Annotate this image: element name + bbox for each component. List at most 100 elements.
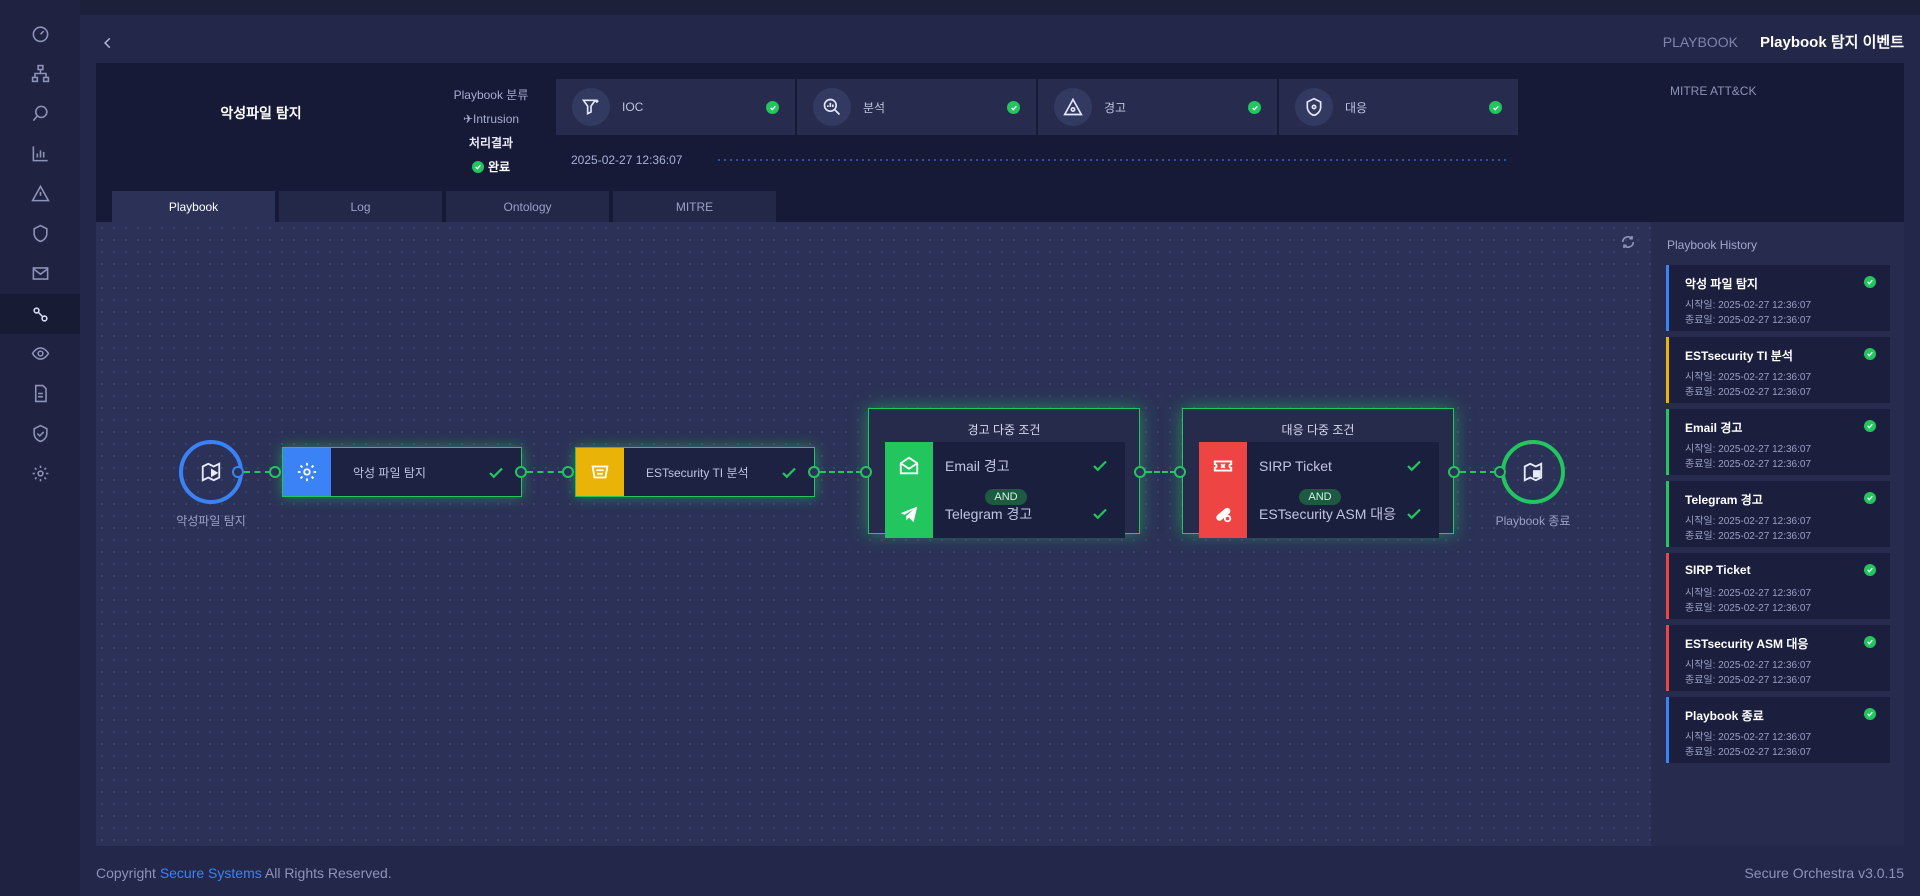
check-icon bbox=[1093, 508, 1107, 520]
sidebar bbox=[0, 0, 80, 896]
alert-icon bbox=[1054, 88, 1092, 126]
connector-port[interactable] bbox=[1134, 466, 1146, 478]
check-icon bbox=[1093, 460, 1107, 472]
check-circle-icon bbox=[1864, 492, 1876, 504]
history-card-title: ESTsecurity ASM 대응 bbox=[1685, 637, 1809, 651]
event-title: 악성파일 탐지 bbox=[220, 105, 302, 121]
sidebar-item-search[interactable] bbox=[0, 93, 80, 133]
connector-port[interactable] bbox=[269, 466, 281, 478]
item-label: ESTsecurity ASM 대응 bbox=[1259, 506, 1397, 522]
task-node-ti-analysis[interactable]: ESTsecurity TI 분석 bbox=[575, 447, 815, 497]
history-card-start: 시작일: 2025-02-27 12:36:07 bbox=[1685, 372, 1812, 383]
history-card[interactable]: Playbook 종료 시작일: 2025-02-27 12:36:07 종료일: … bbox=[1666, 697, 1890, 763]
history-card-end: 종료일: 2025-02-27 12:36:07 bbox=[1685, 675, 1812, 686]
connector-port[interactable] bbox=[1448, 466, 1460, 478]
category-value: ✈Intrusion bbox=[462, 112, 520, 126]
history-card-end: 종료일: 2025-02-27 12:36:07 bbox=[1685, 315, 1812, 326]
connector-port[interactable] bbox=[860, 466, 872, 478]
connector-port[interactable] bbox=[808, 466, 820, 478]
start-node-label: 악성파일 탐지 bbox=[176, 514, 246, 528]
shield-icon bbox=[32, 224, 48, 242]
end-node-label: Playbook 종료 bbox=[1495, 514, 1571, 528]
stage-analysis: 분석 bbox=[797, 79, 1036, 135]
end-node[interactable] bbox=[1501, 440, 1565, 504]
history-card-title: ESTsecurity TI 분석 bbox=[1685, 349, 1793, 363]
stage-label: 대응 bbox=[1345, 100, 1368, 115]
sidebar-item-shield[interactable] bbox=[0, 213, 80, 253]
breadcrumb-item[interactable]: PLAYBOOK bbox=[1663, 34, 1738, 50]
gear-icon bbox=[283, 448, 331, 496]
task-label: 악성 파일 탐지 bbox=[353, 465, 426, 480]
stage-label: 분석 bbox=[863, 100, 886, 115]
task-node-malware-detect[interactable]: 악성 파일 탐지 bbox=[282, 447, 522, 497]
history-card-start: 시작일: 2025-02-27 12:36:07 bbox=[1685, 732, 1812, 743]
playbook-canvas[interactable]: 악성파일 탐지 악성 파일 탐지 ESTsecurity TI 분석 경고 다중… bbox=[96, 222, 1904, 846]
shield-check-icon bbox=[32, 424, 48, 442]
footer-version: Secure Orchestra v3.0.15 bbox=[1744, 865, 1904, 881]
sidebar-item-settings[interactable] bbox=[0, 453, 80, 493]
task-label: ESTsecurity TI 분석 bbox=[646, 465, 749, 480]
sirp-ticket-item[interactable]: SIRP Ticket bbox=[1199, 442, 1439, 490]
pin-icon: ✈ bbox=[462, 112, 474, 126]
sidebar-item-mail[interactable] bbox=[0, 253, 80, 293]
history-card[interactable]: SIRP Ticket 시작일: 2025-02-27 12:36:07 종료일: … bbox=[1666, 553, 1890, 619]
sidebar-item-policy[interactable] bbox=[0, 413, 80, 453]
sidebar-item-network[interactable] bbox=[0, 53, 80, 93]
stage-label: 경고 bbox=[1104, 100, 1127, 115]
tab-mitre[interactable]: MITRE bbox=[613, 191, 776, 222]
status-bar bbox=[1666, 553, 1669, 619]
history-card[interactable]: Email 경고 시작일: 2025-02-27 12:36:07 종료일: 202… bbox=[1666, 409, 1890, 475]
check-circle-icon bbox=[471, 161, 484, 173]
playbook-history-panel: Playbook History 악성 파일 탐지 시작일: 2025-02-27… bbox=[1651, 222, 1904, 846]
alert-condition-group[interactable]: 경고 다중 조건 Email 경고 AND Telegram 경고 bbox=[868, 408, 1140, 538]
history-card[interactable]: ESTsecurity TI 분석시작일: 2025-02-27 12:36:0… bbox=[1666, 337, 1890, 403]
tab-bar: Playbook Log Ontology MITRE bbox=[112, 191, 776, 222]
refresh-icon[interactable] bbox=[1620, 234, 1636, 250]
telegram-icon bbox=[885, 490, 933, 538]
filter-icon bbox=[572, 88, 610, 126]
status-bar bbox=[1666, 409, 1669, 475]
history-title: Playbook History bbox=[1667, 238, 1758, 252]
group-title: 경고 다중 조건 bbox=[967, 423, 1041, 437]
warning-icon bbox=[30, 184, 50, 201]
sidebar-item-playbook[interactable] bbox=[0, 294, 80, 334]
sidebar-item-chart[interactable] bbox=[0, 133, 80, 173]
connector-port[interactable] bbox=[515, 466, 527, 478]
history-card-end: 종료일: 2025-02-27 12:36:07 bbox=[1685, 387, 1812, 398]
tab-log[interactable]: Log bbox=[279, 191, 442, 222]
connection-line bbox=[1460, 471, 1496, 473]
network-icon bbox=[31, 64, 49, 82]
sidebar-item-dashboard[interactable] bbox=[0, 13, 80, 53]
history-card[interactable]: 악성 파일 탐지 시작일: 2025-02-27 12:36:07 종료일: 202… bbox=[1666, 265, 1890, 331]
sidebar-item-warning[interactable] bbox=[0, 173, 80, 213]
history-card-title: Email 경고 bbox=[1685, 421, 1743, 435]
back-button[interactable] bbox=[98, 33, 118, 53]
result-value: 완료 bbox=[471, 155, 510, 179]
history-card[interactable]: Telegram 경고 시작일: 2025-02-27 12:36:07 종료일: … bbox=[1666, 481, 1890, 547]
tab-playbook[interactable]: Playbook bbox=[112, 191, 275, 222]
analysis-icon bbox=[813, 88, 851, 126]
footer-copyright: Copyright Secure Systems All Rights Rese… bbox=[96, 865, 392, 881]
response-condition-group[interactable]: 대응 다중 조건 SIRP Ticket AND ESTsecurity ASM… bbox=[1182, 408, 1454, 538]
tab-ontology[interactable]: Ontology bbox=[446, 191, 609, 222]
sidebar-item-report[interactable] bbox=[0, 373, 80, 413]
email-alert-item[interactable]: Email 경고 bbox=[885, 442, 1125, 490]
history-card-end: 종료일: 2025-02-27 12:36:07 bbox=[1685, 459, 1812, 470]
main-content: PLAYBOOK Playbook 탐지 이벤트 악성파일 탐지 Playboo… bbox=[80, 15, 1920, 896]
connector-port[interactable] bbox=[232, 466, 244, 478]
check-circle-icon bbox=[1864, 276, 1876, 288]
breadcrumb: PLAYBOOK Playbook 탐지 이벤트 bbox=[1663, 31, 1904, 52]
connector-port[interactable] bbox=[562, 466, 574, 478]
footer-brand-link[interactable]: Secure Systems bbox=[160, 865, 262, 881]
connector-port[interactable] bbox=[1174, 466, 1186, 478]
check-icon bbox=[782, 467, 796, 479]
group-title: 대응 다중 조건 bbox=[1281, 423, 1355, 437]
connector-port[interactable] bbox=[1494, 466, 1506, 478]
item-label: SIRP Ticket bbox=[1259, 458, 1332, 474]
connection-line bbox=[244, 471, 271, 473]
document-icon bbox=[34, 384, 47, 402]
check-circle-icon bbox=[1007, 101, 1020, 114]
connection-line bbox=[527, 471, 564, 473]
history-card[interactable]: ESTsecurity ASM 대응 시작일: 2025-02-27 12:36:… bbox=[1666, 625, 1890, 691]
sidebar-item-monitor[interactable] bbox=[0, 333, 80, 373]
